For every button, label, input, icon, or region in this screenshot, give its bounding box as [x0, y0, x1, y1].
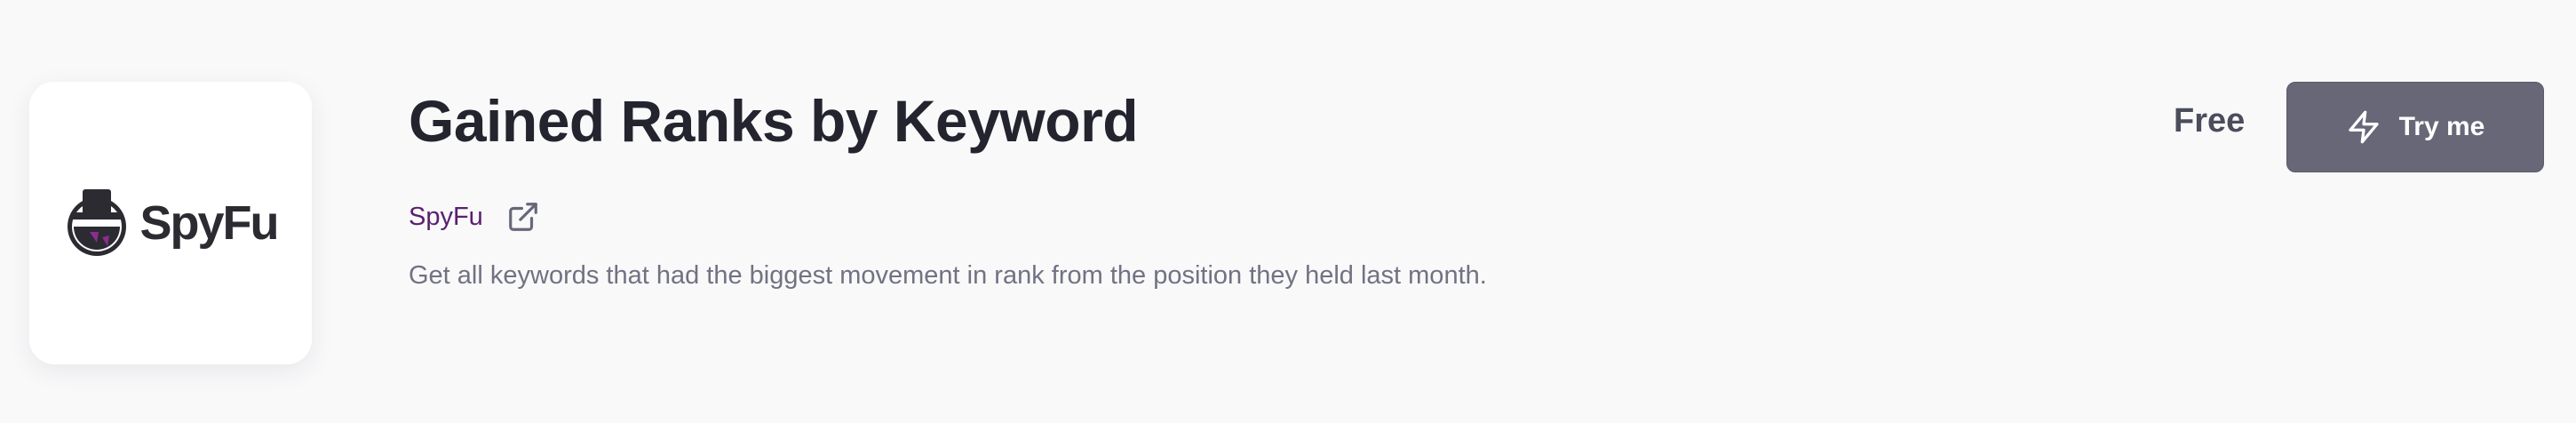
- page-title: Gained Ranks by Keyword: [409, 88, 1139, 154]
- logo-card: SpyFu: [29, 82, 312, 364]
- tool-header: SpyFu Gained Ranks by Keyword SpyFu Get …: [0, 0, 2576, 423]
- try-me-button[interactable]: Try me: [2286, 82, 2544, 172]
- price-label: Free: [2174, 102, 2246, 140]
- provider-link[interactable]: SpyFu: [409, 197, 483, 236]
- spyfu-logo: SpyFu: [63, 188, 280, 259]
- provider-row: SpyFu: [409, 197, 540, 236]
- tool-description: Get all keywords that had the biggest mo…: [409, 261, 1487, 290]
- lightning-bolt-icon: [2348, 110, 2379, 144]
- try-me-label: Try me: [2398, 112, 2485, 141]
- spyfu-spy-icon: [68, 189, 127, 256]
- logo-wordmark: SpyFu: [139, 196, 279, 250]
- external-link-icon[interactable]: [506, 200, 540, 234]
